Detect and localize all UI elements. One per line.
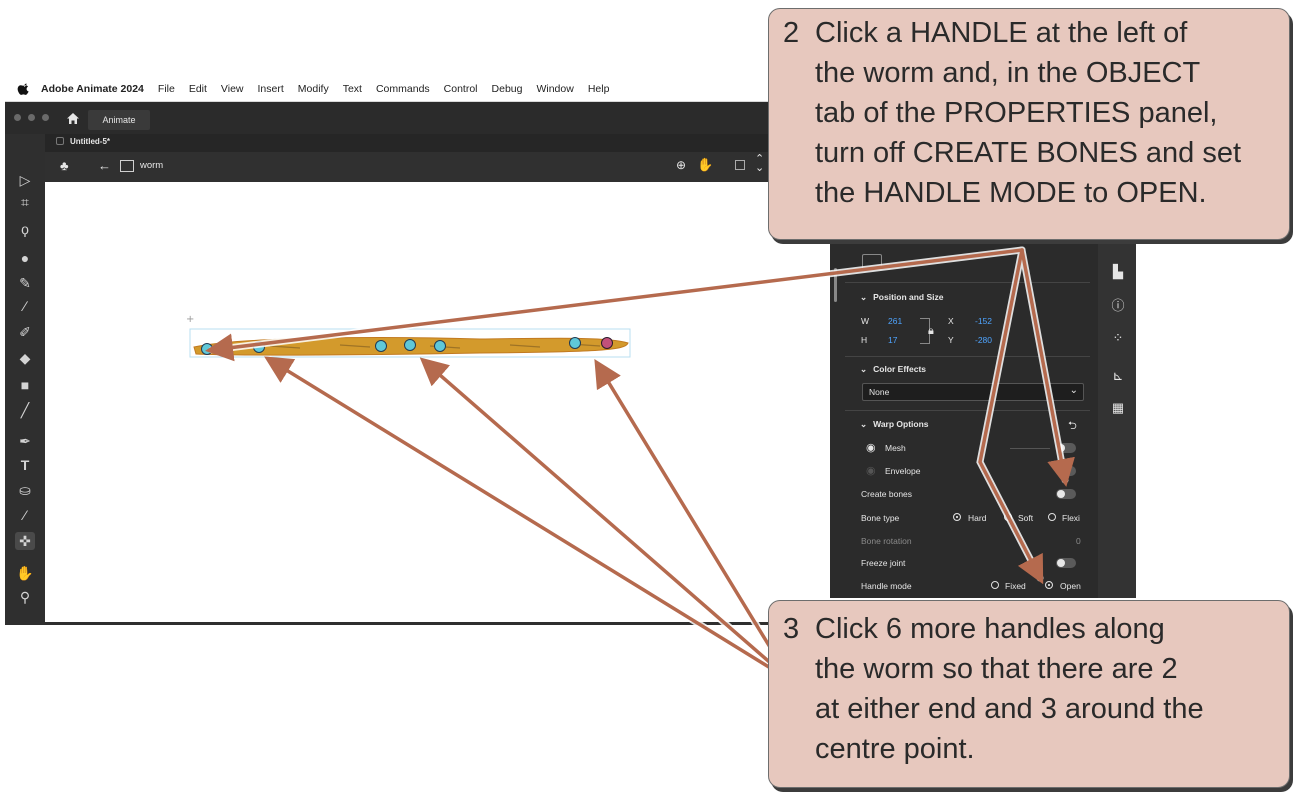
step-3-number: 3 [783,613,800,645]
step-2-number: 2 [783,17,800,49]
step-3-text: Click 6 more handles along the worm so t… [815,609,1204,769]
step-2-line: Click a HANDLE at the left of [815,17,1188,49]
step-2-line: the HANDLE MODE to OPEN. [815,177,1207,209]
step-2-line: turn off CREATE BONES and set [815,137,1242,169]
callout-step-2: 2 Click a HANDLE at the left of the worm… [768,8,1290,240]
arrow-to-create-bones [1020,248,1075,487]
arrow-to-handle-centre [419,357,792,682]
step-3-line: centre point. [815,733,975,765]
step-2-line: tab of the PROPERTIES panel, [815,97,1218,129]
step-3-line: the worm so that there are 2 [815,653,1178,685]
callout-step-3: 3 Click 6 more handles along the worm so… [768,600,1290,788]
step-3-line: at either end and 3 around the [815,693,1204,725]
arrow-to-left-handle [205,248,1024,362]
step-3-line: Click 6 more handles along [815,613,1165,645]
step-2-text: Click a HANDLE at the left of the worm a… [815,13,1241,213]
arrow-to-handle-6 [594,359,792,682]
arrow-to-handle-2 [264,356,792,682]
step-2-line: the worm and, in the OBJECT [815,57,1201,89]
